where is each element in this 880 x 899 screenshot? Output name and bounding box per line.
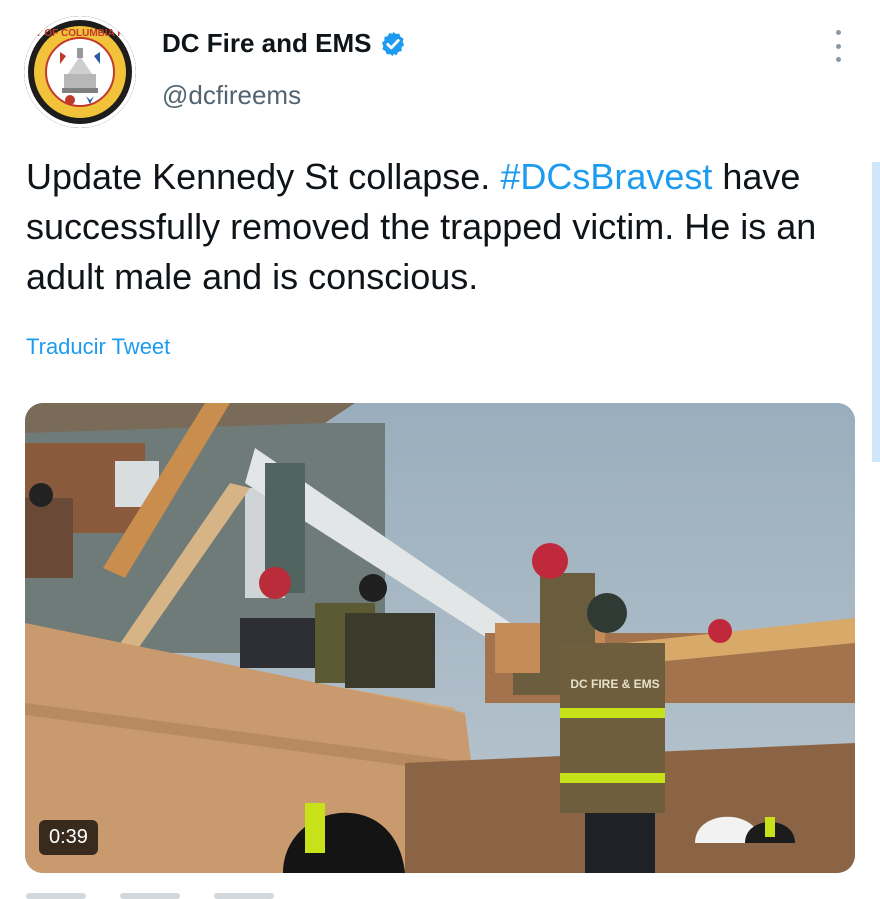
- author-name[interactable]: DC Fire and EMS: [162, 28, 371, 59]
- avatar[interactable]: DISTRICT OF COLUMBIA FIRE EMS: [24, 16, 136, 128]
- jacket-text: DC FIRE & EMS: [570, 677, 659, 691]
- hashtag-link[interactable]: #DCsBravest: [500, 156, 712, 197]
- logo-text: DISTRICT OF COLUMBIA FIRE EMS: [24, 28, 136, 39]
- author-name-row[interactable]: DC Fire and EMS: [162, 28, 407, 59]
- tweet-detail: DISTRICT OF COLUMBIA FIRE EMS DC Fire an…: [0, 0, 880, 899]
- tweet-stats-partial: [26, 886, 326, 899]
- translate-tweet-link[interactable]: Traducir Tweet: [26, 334, 170, 360]
- video-duration: 0:39: [39, 820, 98, 855]
- scrollbar[interactable]: [872, 162, 880, 462]
- tweet-text-start: Update Kennedy St collapse.: [26, 156, 501, 197]
- video-thumbnail: DC FIRE & EMS: [25, 403, 855, 873]
- tweet-text: Update Kennedy St collapse. #DCsBravest …: [26, 152, 856, 302]
- dc-fire-logo: DISTRICT OF COLUMBIA FIRE EMS: [24, 16, 136, 128]
- author-handle[interactable]: @dcfireems: [162, 80, 301, 111]
- more-vertical-icon[interactable]: [826, 28, 850, 64]
- verified-badge-icon: [382, 31, 405, 56]
- video-player[interactable]: DC FIRE & EMS 0:39: [25, 403, 855, 873]
